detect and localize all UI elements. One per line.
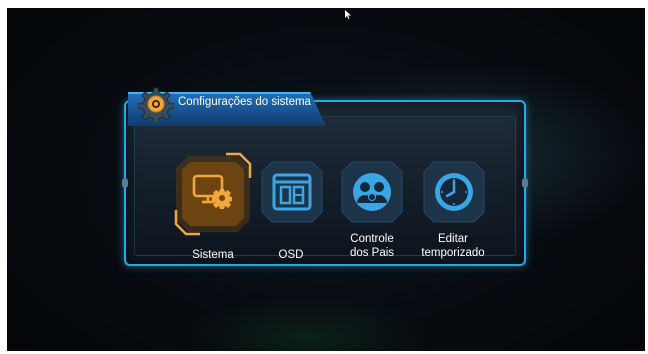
panel-title: Configurações do sistema: [178, 96, 311, 108]
menu-item-label: Sistema: [192, 249, 234, 261]
mouse-cursor-icon: [345, 10, 351, 19]
gear-icon: [138, 87, 174, 122]
clock-icon: [435, 173, 473, 211]
menu-item-label: OSD: [278, 249, 304, 261]
menu-item-label: Controle dos Pais: [349, 233, 395, 259]
monitor-gear-icon: [192, 174, 232, 209]
scroll-left-indicator: [122, 178, 128, 188]
osd-layout-icon: [272, 173, 312, 211]
menu-item-label: Editar temporizado: [421, 233, 485, 259]
menu-item-sistema[interactable]: Sistema: [174, 152, 252, 261]
scroll-right-indicator: [522, 178, 528, 188]
menu-item-osd[interactable]: OSD: [256, 152, 326, 261]
menu-item-controle-dos-pais[interactable]: Controle dos Pais: [336, 152, 408, 260]
menu-item-editar-temporizado[interactable]: Editar temporizado: [414, 152, 492, 260]
parental-users-icon: [353, 173, 391, 211]
